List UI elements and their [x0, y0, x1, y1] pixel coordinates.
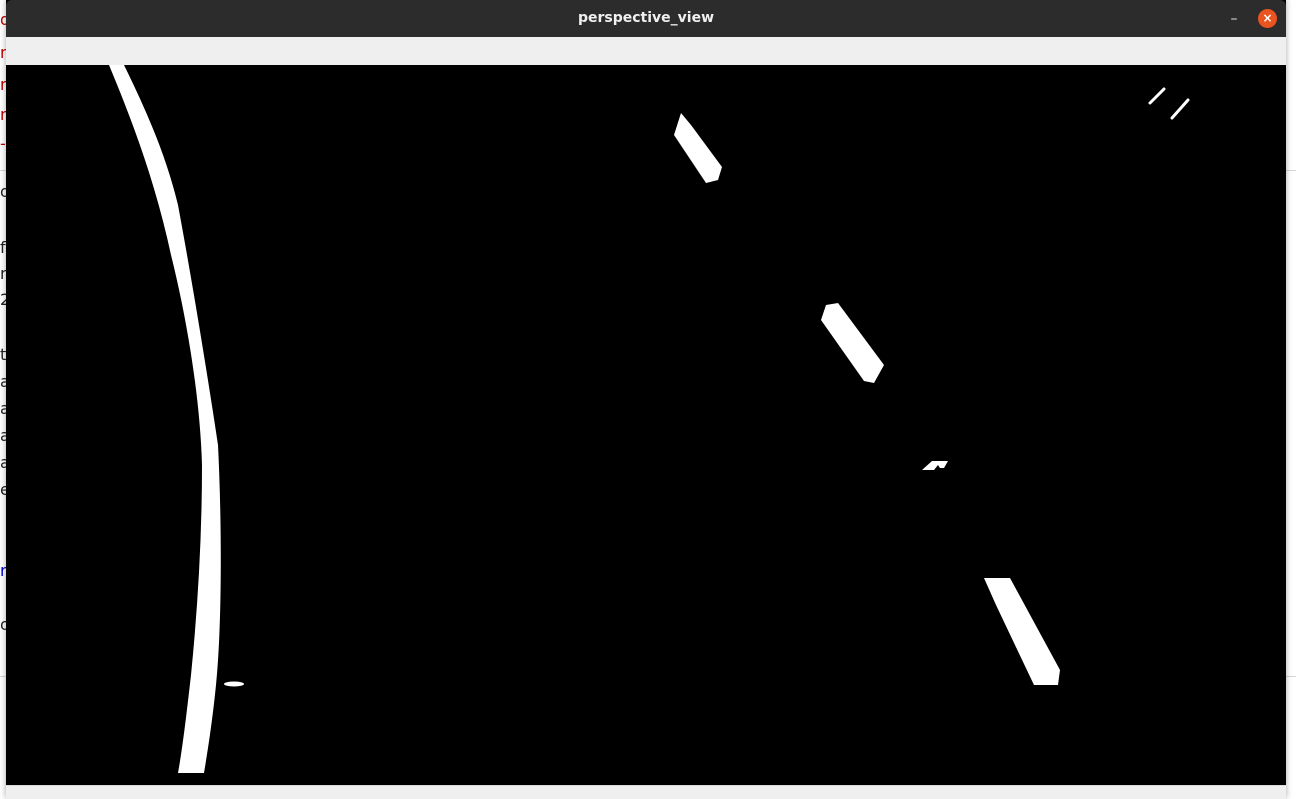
background-text-fragment: - — [0, 134, 6, 153]
binary-lane-image — [6, 65, 1286, 785]
perspective-view-window: perspective_view – × — [6, 0, 1286, 799]
image-view — [6, 65, 1286, 785]
close-icon: × — [1262, 11, 1273, 25]
title-bar[interactable]: perspective_view – × — [6, 0, 1286, 37]
status-bar — [6, 785, 1286, 799]
noise-blob — [224, 681, 244, 687]
close-button[interactable]: × — [1258, 9, 1277, 28]
toolbar — [6, 37, 1286, 66]
window-title: perspective_view — [577, 10, 715, 26]
background-text-fragment: f — [0, 238, 6, 257]
minimize-button[interactable]: – — [1224, 9, 1244, 29]
